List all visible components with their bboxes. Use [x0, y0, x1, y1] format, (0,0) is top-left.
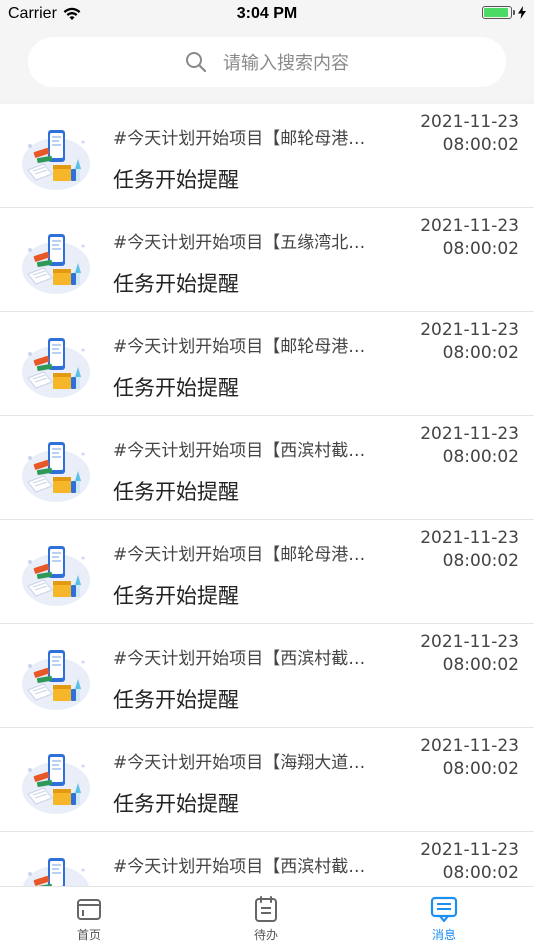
message-item[interactable]: #今天计划开始项目【西滨村截… 任务开始提醒 2021-11-23 08:00:… [0, 832, 534, 886]
message-time: 08:00:02 [442, 863, 519, 883]
task-illustration-icon [22, 234, 90, 294]
task-illustration-icon [22, 130, 90, 190]
message-time: 08:00:02 [442, 759, 519, 779]
battery-icon [482, 6, 512, 19]
message-date: 2021-11-23 [420, 424, 519, 444]
search-placeholder: 请输入搜索内容 [223, 53, 349, 74]
tab-todo[interactable]: 待办 [226, 895, 306, 943]
search-area: 请输入搜索内容 [0, 28, 534, 98]
status-right [482, 6, 526, 19]
tab-messages-label: 消息 [431, 928, 456, 942]
battery-tip [513, 10, 515, 15]
tab-todo-label: 待办 [253, 928, 278, 942]
task-illustration-icon [22, 338, 90, 398]
message-time: 08:00:02 [442, 655, 519, 675]
message-time: 08:00:02 [442, 343, 519, 363]
message-subtitle: 任务开始提醒 [113, 792, 239, 816]
message-subtitle: 任务开始提醒 [113, 376, 239, 400]
message-title: #今天计划开始项目【海翔大道… [113, 753, 366, 773]
message-title: #今天计划开始项目【西滨村截… [113, 649, 366, 669]
message-item[interactable]: #今天计划开始项目【邮轮母港… 任务开始提醒 2021-11-23 08:00:… [0, 520, 534, 624]
task-illustration-icon [22, 858, 90, 886]
message-date: 2021-11-23 [420, 528, 519, 548]
message-date: 2021-11-23 [420, 736, 519, 756]
tab-messages[interactable]: 消息 [404, 895, 484, 943]
message-subtitle: 任务开始提醒 [113, 688, 239, 712]
message-item[interactable]: #今天计划开始项目【五缘湾北… 任务开始提醒 2021-11-23 08:00:… [0, 208, 534, 312]
charging-bolt-icon [518, 6, 526, 19]
message-title: #今天计划开始项目【邮轮母港… [113, 337, 366, 357]
message-date: 2021-11-23 [420, 320, 519, 340]
message-subtitle: 任务开始提醒 [113, 584, 239, 608]
todo-clipboard-icon [255, 896, 277, 922]
message-subtitle: 任务开始提醒 [113, 168, 239, 192]
message-time: 08:00:02 [442, 239, 519, 259]
message-time: 08:00:02 [442, 135, 519, 155]
message-list[interactable]: #今天计划开始项目【邮轮母港… 任务开始提醒 2021-11-23 08:00:… [0, 104, 534, 886]
home-icon [77, 899, 101, 920]
task-illustration-icon [22, 754, 90, 814]
message-time: 08:00:02 [442, 447, 519, 467]
message-subtitle: 任务开始提醒 [113, 272, 239, 296]
message-title: #今天计划开始项目【西滨村截… [113, 857, 366, 877]
message-date: 2021-11-23 [420, 840, 519, 860]
message-icon [430, 896, 458, 923]
message-item[interactable]: #今天计划开始项目【西滨村截… 任务开始提醒 2021-11-23 08:00:… [0, 624, 534, 728]
search-icon [186, 52, 207, 73]
message-date: 2021-11-23 [420, 216, 519, 236]
message-item[interactable]: #今天计划开始项目【邮轮母港… 任务开始提醒 2021-11-23 08:00:… [0, 104, 534, 208]
message-subtitle: 任务开始提醒 [113, 480, 239, 504]
message-date: 2021-11-23 [420, 112, 519, 132]
status-time: 3:04 PM [236, 5, 298, 22]
message-title: #今天计划开始项目【五缘湾北… [113, 233, 366, 253]
message-title: #今天计划开始项目【邮轮母港… [113, 545, 366, 565]
message-item[interactable]: #今天计划开始项目【邮轮母港… 任务开始提醒 2021-11-23 08:00:… [0, 312, 534, 416]
task-illustration-icon [22, 650, 90, 710]
task-illustration-icon [22, 442, 90, 502]
search-input[interactable]: 请输入搜索内容 [28, 37, 506, 87]
message-item[interactable]: #今天计划开始项目【西滨村截… 任务开始提醒 2021-11-23 08:00:… [0, 416, 534, 520]
message-date: 2021-11-23 [420, 632, 519, 652]
message-title: #今天计划开始项目【邮轮母港… [113, 129, 366, 149]
status-bar: Carrier 3:04 PM [0, 0, 534, 28]
message-title: #今天计划开始项目【西滨村截… [113, 441, 366, 461]
tab-bar: 首页 待办 消息 [0, 886, 534, 950]
tab-home[interactable]: 首页 [49, 895, 129, 943]
message-time: 08:00:02 [442, 551, 519, 571]
task-illustration-icon [22, 546, 90, 606]
tab-home-label: 首页 [76, 928, 101, 942]
message-item[interactable]: #今天计划开始项目【海翔大道… 任务开始提醒 2021-11-23 08:00:… [0, 728, 534, 832]
